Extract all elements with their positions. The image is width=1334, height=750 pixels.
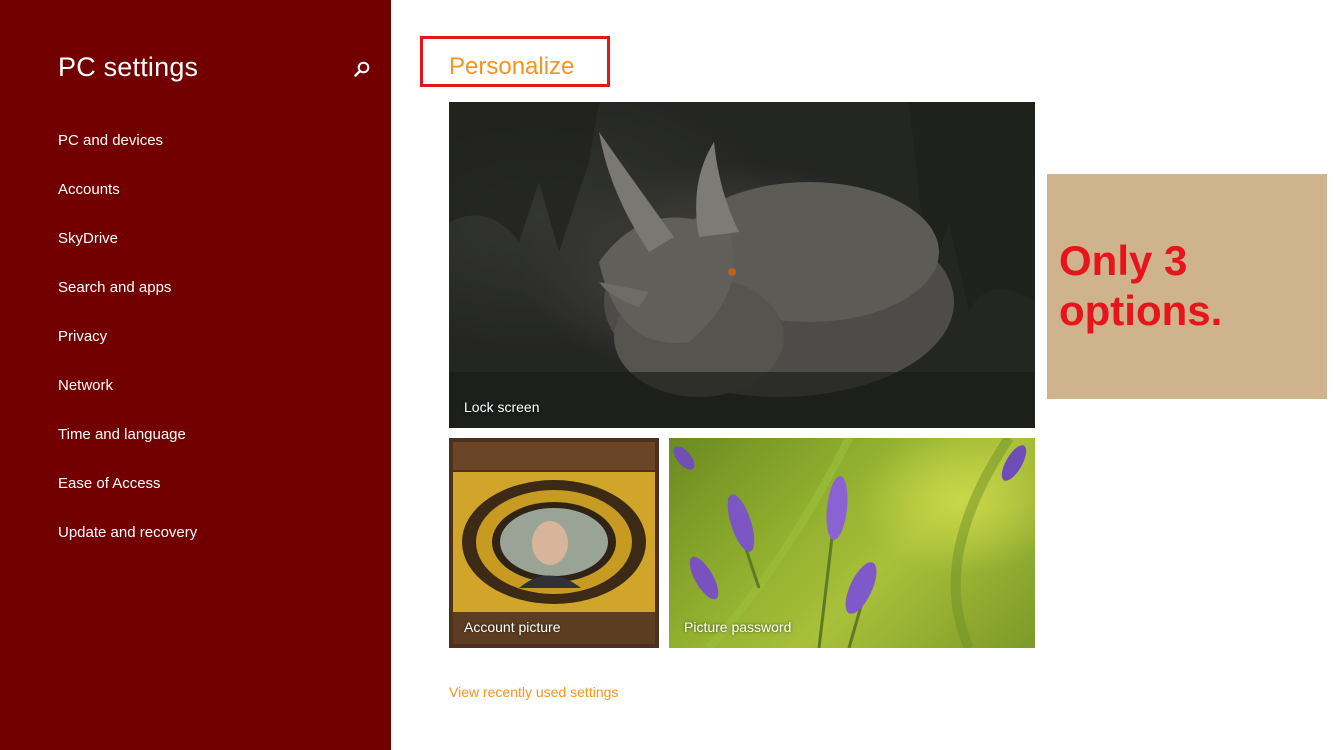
lock-screen-image	[449, 102, 1035, 428]
sidebar-title: PC settings	[58, 52, 199, 82]
account-picture-image	[449, 438, 659, 648]
picture-password-tile[interactable]: Picture password	[669, 438, 1035, 648]
sidebar: PC settings PC and devices Accounts SkyD…	[0, 0, 391, 750]
lock-screen-tile[interactable]: Lock screen	[449, 102, 1035, 428]
view-recent-settings-link[interactable]: View recently used settings	[449, 684, 618, 700]
annotation-callout: Only 3 options.	[1047, 174, 1327, 399]
annotation-text: Only 3 options.	[1059, 237, 1223, 334]
sidebar-item-skydrive[interactable]: SkyDrive	[58, 224, 197, 273]
sidebar-item-update-and-recovery[interactable]: Update and recovery	[58, 518, 197, 567]
sidebar-item-privacy[interactable]: Privacy	[58, 322, 197, 371]
search-icon[interactable]	[353, 60, 371, 78]
sidebar-item-accounts[interactable]: Accounts	[58, 175, 197, 224]
lock-screen-label: Lock screen	[464, 399, 540, 415]
picture-password-image	[673, 438, 1027, 648]
page-title: Personalize	[449, 53, 575, 80]
sidebar-item-time-and-language[interactable]: Time and language	[58, 420, 197, 469]
sidebar-item-search-and-apps[interactable]: Search and apps	[58, 273, 197, 322]
pc-settings-screen: PC settings PC and devices Accounts SkyD…	[0, 0, 1334, 750]
sidebar-nav: PC and devices Accounts SkyDrive Search …	[58, 126, 197, 567]
sidebar-item-network[interactable]: Network	[58, 371, 197, 420]
account-picture-label: Account picture	[464, 619, 561, 635]
sidebar-item-ease-of-access[interactable]: Ease of Access	[58, 469, 197, 518]
picture-password-label: Picture password	[684, 619, 792, 635]
sidebar-item-pc-and-devices[interactable]: PC and devices	[58, 126, 197, 175]
account-picture-tile[interactable]: Account picture	[449, 438, 659, 648]
